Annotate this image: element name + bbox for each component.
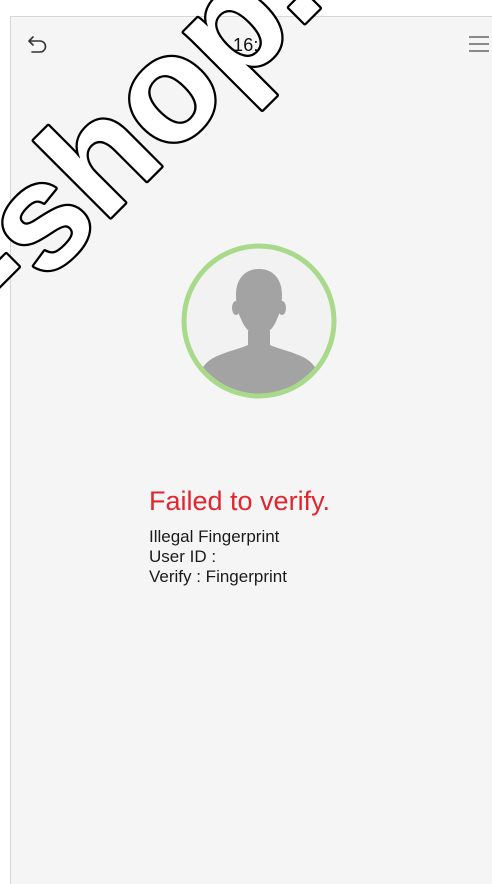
hamburger-menu-icon[interactable]	[466, 31, 492, 57]
verification-screen: 16:13 Failed to verify. Illegal Fingerpr…	[10, 16, 492, 884]
user-id-label: User ID :	[149, 547, 217, 566]
verify-mode-label: Verify : Fingerprint	[149, 567, 287, 586]
status-bar: 16:13	[11, 17, 492, 73]
status-clock: 16:13	[233, 35, 280, 55]
result-title: Failed to verify.	[149, 486, 331, 516]
verification-result: Failed to verify. Illegal Fingerprint Us…	[149, 485, 469, 587]
user-avatar	[181, 243, 337, 399]
undo-arrow-icon[interactable]	[25, 31, 51, 57]
result-message: Illegal Fingerprint	[149, 527, 280, 546]
person-silhouette-icon	[181, 243, 337, 399]
